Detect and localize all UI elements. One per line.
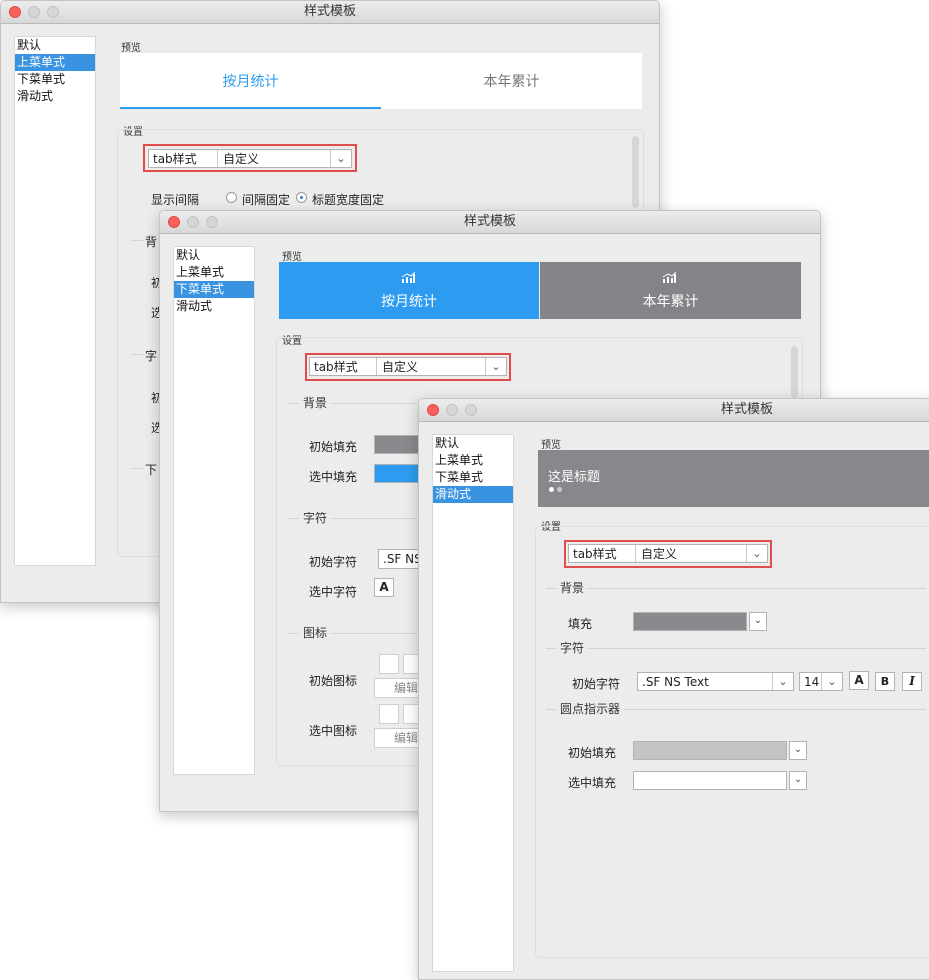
list-item-slide[interactable]: 滑动式	[433, 486, 513, 503]
char-section-partial: 字	[145, 349, 158, 363]
list-item-slide[interactable]: 滑动式	[174, 298, 254, 315]
preview-title: 这是标题	[548, 470, 601, 485]
titlebar[interactable]: 样式模板	[419, 399, 929, 422]
list-item-bottom-menu[interactable]: 下菜单式	[15, 71, 95, 88]
window-title: 样式模板	[303, 4, 356, 19]
sel-fill-label: 选中填充	[309, 470, 358, 484]
sel-icon-slot-1[interactable]	[379, 704, 399, 724]
style-template-window-3: 样式模板 默认 上菜单式 下菜单式 滑动式 预览 这是标题 设置 tab样式 自…	[418, 398, 929, 980]
tab-style-key: tab样式	[153, 152, 197, 166]
radio-fixed-width-label: 标题宽度固定	[312, 193, 385, 207]
init-fill-label: 初始填充	[309, 440, 358, 454]
font-select[interactable]: .SF NS Text ⌄	[637, 672, 794, 691]
tab-monthly-label: 按月统计	[381, 294, 437, 310]
char-section-header: 字符	[287, 511, 417, 525]
sel-char-label: 选中字符	[309, 585, 358, 599]
fill-label: 填充	[568, 617, 593, 631]
init-fill-label: 初始填充	[568, 746, 617, 760]
font-size-select[interactable]: 14 ⌄	[799, 672, 843, 691]
dot-indicator-inactive	[557, 487, 562, 492]
style-list: 默认 上菜单式 下菜单式 滑动式	[432, 434, 514, 972]
tab-monthly[interactable]: 按月统计	[120, 53, 381, 109]
list-item-top-menu[interactable]: 上菜单式	[15, 54, 95, 71]
preview-label: 预览	[121, 43, 141, 54]
tab-monthly[interactable]: 按月统计	[279, 262, 539, 319]
bg-section-header: 背景	[287, 396, 417, 410]
window-title: 样式模板	[463, 214, 516, 229]
scrollbar[interactable]	[791, 346, 798, 398]
sel-fill-swatch[interactable]	[633, 771, 787, 790]
icon-section-header: 图标	[287, 626, 417, 640]
chevron-down-icon[interactable]: ⌄	[746, 545, 767, 562]
list-item-bottom-menu[interactable]: 下菜单式	[174, 281, 254, 298]
init-icon-label: 初始图标	[309, 674, 358, 688]
chevron-down-icon[interactable]: ⌄	[485, 358, 506, 375]
radio-fixed-gap-label: 间隔固定	[242, 193, 291, 207]
chevron-down-icon[interactable]: ⌄	[772, 673, 793, 690]
list-item-default[interactable]: 默认	[174, 247, 254, 264]
tab-style-value: 自定义	[223, 152, 260, 166]
sel-icon-label: 选中图标	[309, 724, 358, 738]
tab-style-value: 自定义	[641, 547, 678, 561]
tab-style-select[interactable]: tab样式 自定义 ⌄	[309, 357, 507, 376]
slide-preview: 这是标题	[538, 450, 929, 507]
bg-section-partial: 背	[145, 235, 158, 249]
fill-swatch[interactable]	[633, 612, 747, 631]
init-char-label: 初始字符	[309, 555, 358, 569]
init-icon-slot-1[interactable]	[379, 654, 399, 674]
preview-label: 预览	[282, 252, 302, 263]
list-item-default[interactable]: 默认	[15, 37, 95, 54]
chevron-down-icon[interactable]: ⌄	[789, 771, 807, 790]
scrollbar[interactable]	[632, 136, 639, 208]
bar-chart-icon	[401, 271, 416, 283]
tab-style-key: tab样式	[573, 547, 617, 561]
preview-tabs: 按月统计 本年累计	[120, 53, 642, 109]
radio-fixed-gap[interactable]	[226, 192, 237, 203]
font-color-button[interactable]: A	[374, 578, 394, 597]
tab-yearly-label: 本年累计	[642, 294, 699, 310]
chevron-down-icon[interactable]: ⌄	[789, 741, 807, 760]
chevron-down-icon[interactable]: ⌄	[821, 673, 842, 690]
dot-indicator-active	[549, 487, 554, 492]
spacing-label: 显示间隔	[151, 193, 200, 207]
bg-section-header: 背景	[546, 581, 926, 595]
bold-button[interactable]: B	[875, 672, 895, 691]
dot-indicator-section-header: 圆点指示器	[546, 702, 926, 716]
style-list: 默认 上菜单式 下菜单式 滑动式	[14, 36, 96, 566]
radio-fixed-width[interactable]	[296, 192, 307, 203]
titlebar[interactable]: 样式模板	[1, 1, 659, 24]
list-item-top-menu[interactable]: 上菜单式	[433, 452, 513, 469]
tab-style-select[interactable]: tab样式 自定义 ⌄	[148, 149, 352, 168]
list-item-slide[interactable]: 滑动式	[15, 88, 95, 105]
zoom-button[interactable]	[465, 404, 477, 416]
tab-style-select[interactable]: tab样式 自定义 ⌄	[568, 544, 768, 563]
bottom-section-partial: 下	[145, 463, 158, 477]
titlebar[interactable]: 样式模板	[160, 211, 820, 234]
tab-style-value: 自定义	[382, 360, 419, 374]
tab-style-key: tab样式	[314, 360, 358, 374]
list-item-default[interactable]: 默认	[433, 435, 513, 452]
sel-fill-label: 选中填充	[568, 776, 617, 790]
font-color-button[interactable]: A	[849, 671, 869, 690]
list-item-bottom-menu[interactable]: 下菜单式	[433, 469, 513, 486]
char-section-header: 字符	[546, 641, 926, 655]
minimize-button[interactable]	[446, 404, 458, 416]
preview-label: 预览	[541, 440, 561, 451]
tab-yearly[interactable]: 本年累计	[540, 262, 801, 319]
tab-yearly[interactable]: 本年累计	[381, 53, 642, 109]
bar-chart-icon	[662, 271, 677, 283]
chevron-down-icon[interactable]: ⌄	[749, 612, 767, 631]
init-char-label: 初始字符	[572, 677, 621, 691]
chevron-down-icon[interactable]: ⌄	[330, 150, 351, 167]
italic-button[interactable]: I	[902, 672, 922, 691]
style-list: 默认 上菜单式 下菜单式 滑动式	[173, 246, 255, 775]
init-fill-swatch[interactable]	[633, 741, 787, 760]
close-button[interactable]	[427, 404, 439, 416]
window-title: 样式模板	[721, 402, 774, 417]
list-item-top-menu[interactable]: 上菜单式	[174, 264, 254, 281]
